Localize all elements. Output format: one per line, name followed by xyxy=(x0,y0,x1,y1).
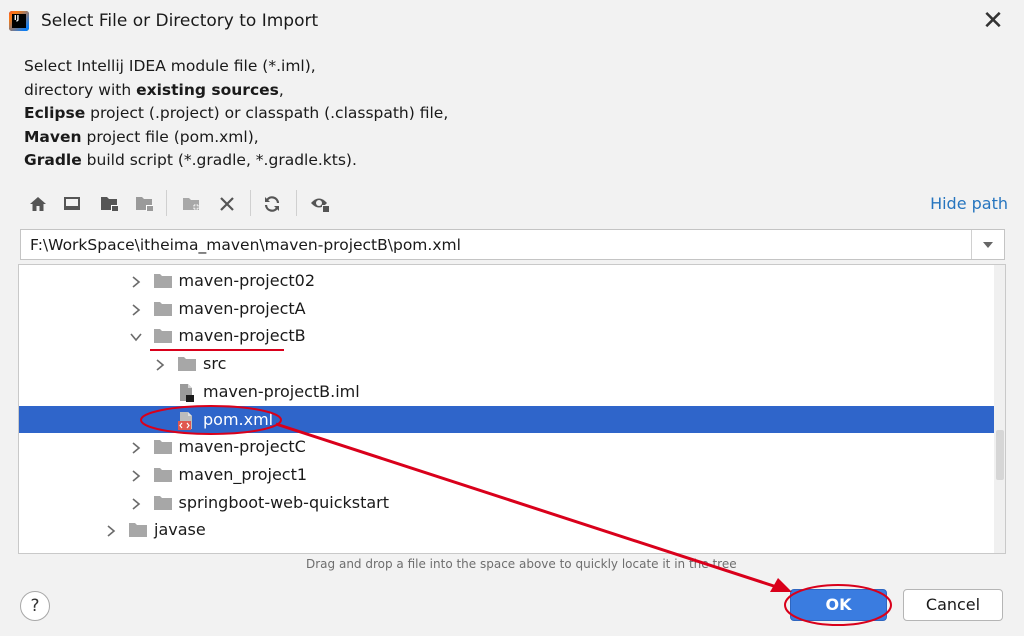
file-tree[interactable]: maven-project02 maven-projectA maven-proje… xyxy=(18,264,1006,554)
chevron-right-icon[interactable] xyxy=(104,523,118,537)
dialog-title: Select File or Directory to Import xyxy=(41,11,319,31)
description-keyword: Maven xyxy=(24,127,82,146)
close-icon[interactable]: ✕ xyxy=(979,6,1007,36)
description-line: Eclipse project (.project) or classpath … xyxy=(24,102,448,126)
description-text: Select Intellij IDEA module file (*.iml)… xyxy=(24,57,316,75)
tree-scrollbar[interactable] xyxy=(994,265,1005,553)
tree-row-label: maven-projectB.iml xyxy=(203,381,360,401)
tree-row[interactable]: src xyxy=(19,350,994,378)
description-text: build script (*.gradle, *.gradle.kts). xyxy=(81,151,357,169)
description-line: Gradle build script (*.gradle, *.gradle.… xyxy=(24,149,448,173)
description-keyword: Gradle xyxy=(24,151,82,169)
toolbar-separator xyxy=(166,190,167,216)
toolbar-separator xyxy=(250,190,251,216)
tree-row[interactable]: springboot-web-quickstart xyxy=(19,489,994,517)
tree-row-label: springboot-web-quickstart xyxy=(178,492,390,512)
folder-icon xyxy=(153,327,173,345)
description-text: project file (pom.xml), xyxy=(81,127,259,146)
tree-row[interactable]: maven-project02 xyxy=(19,267,994,295)
folder-icon xyxy=(177,355,197,373)
description-text: , xyxy=(278,80,284,99)
scrollbar-thumb[interactable] xyxy=(996,430,1004,480)
help-button[interactable]: ? xyxy=(20,591,50,621)
tree-row[interactable]: maven-projectC xyxy=(19,433,994,461)
tree-row[interactable]: maven-projectA xyxy=(19,295,994,323)
delete-icon[interactable] xyxy=(217,194,237,214)
refresh-icon[interactable] xyxy=(262,194,282,214)
show-hidden-icon[interactable] xyxy=(310,194,330,214)
tree-row[interactable]: pom.xml xyxy=(19,405,994,434)
tree-row-label: maven-project02 xyxy=(178,271,316,290)
tree-row-label: maven_project1 xyxy=(178,464,308,484)
path-input[interactable] xyxy=(21,230,971,259)
chevron-right-icon[interactable] xyxy=(129,496,143,510)
folder-icon xyxy=(153,466,173,484)
ok-button[interactable]: OK xyxy=(790,589,887,621)
path-combobox[interactable] xyxy=(20,229,1005,260)
tree-row-label: javase xyxy=(154,520,206,540)
description-line: Maven project file (pom.xml), xyxy=(24,126,448,150)
module-folder-icon[interactable] xyxy=(135,194,155,214)
folder-icon xyxy=(153,438,173,456)
new-folder-icon[interactable] xyxy=(182,194,202,214)
iml-file-icon xyxy=(177,383,197,402)
tree-row-label: src xyxy=(203,354,227,374)
description-text: directory with xyxy=(24,80,137,99)
drag-drop-hint: Drag and drop a file into the space abov… xyxy=(306,557,737,571)
tree-row-label: pom.xml xyxy=(203,409,274,429)
tree-row[interactable]: maven-projectB.iml xyxy=(19,378,994,406)
hide-path-link[interactable]: Hide path xyxy=(930,194,1008,213)
maven-file-icon xyxy=(177,411,197,430)
folder-icon xyxy=(153,272,173,290)
tree-row[interactable]: maven-projectB xyxy=(19,322,994,350)
description-keyword: Eclipse xyxy=(24,104,86,122)
chevron-right-icon[interactable] xyxy=(129,302,143,316)
desktop-icon[interactable] xyxy=(62,194,82,214)
description-keyword: existing sources xyxy=(136,80,279,99)
chevron-right-icon[interactable] xyxy=(129,468,143,482)
cancel-button[interactable]: Cancel xyxy=(903,589,1003,621)
chevron-right-icon[interactable] xyxy=(153,357,167,371)
description-line: directory with existing sources, xyxy=(24,79,448,103)
title-bar: IJ Select File or Directory to Import ✕ xyxy=(0,0,1024,44)
tree-row-label: maven-projectC xyxy=(178,437,306,457)
folder-icon xyxy=(128,521,148,539)
chevron-right-icon[interactable] xyxy=(129,440,143,454)
intellij-idea-icon: IJ xyxy=(9,11,29,31)
tree-row-label: maven-projectA xyxy=(178,298,306,318)
chevron-down-icon[interactable] xyxy=(971,230,1004,259)
tree-row-label: maven-projectB xyxy=(178,326,306,346)
tree-row[interactable]: javase xyxy=(19,516,994,544)
annotation-arrowhead xyxy=(770,578,792,592)
file-chooser-toolbar: Hide path xyxy=(18,186,1008,222)
home-icon[interactable] xyxy=(28,194,48,214)
description-text: project (.project) or classpath (.classp… xyxy=(85,104,449,122)
folder-icon xyxy=(153,494,173,512)
chevron-right-icon[interactable] xyxy=(129,274,143,288)
toolbar-separator xyxy=(296,190,297,216)
chevron-down-icon[interactable] xyxy=(129,329,143,343)
tree-row[interactable]: maven_project1 xyxy=(19,461,994,489)
description-line: Select Intellij IDEA module file (*.iml)… xyxy=(24,55,448,79)
project-folder-icon[interactable] xyxy=(100,194,120,214)
import-description: Select Intellij IDEA module file (*.iml)… xyxy=(24,55,448,173)
folder-icon xyxy=(153,300,173,318)
